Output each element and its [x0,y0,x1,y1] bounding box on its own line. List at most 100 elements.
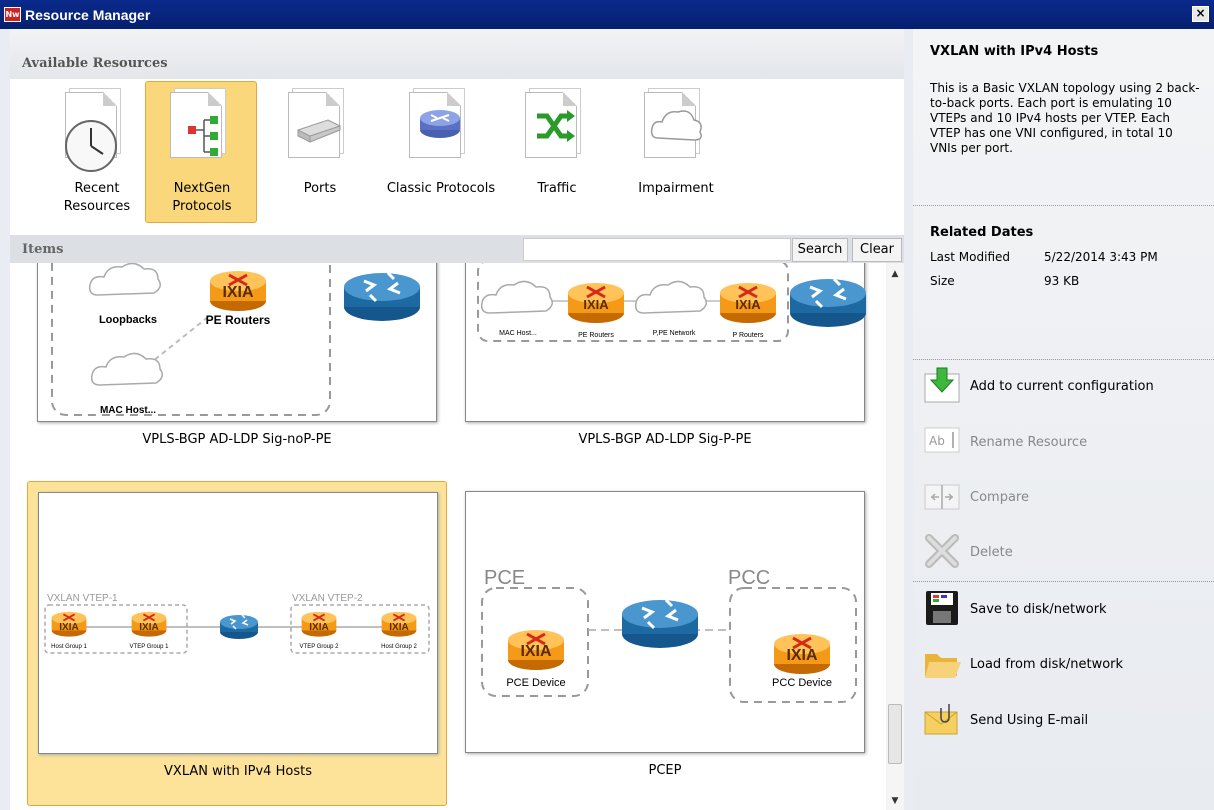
ixia-logo-text: IXIA [222,284,254,301]
node-label: PE Routers [578,332,614,339]
items-header: Items Search Clear [10,235,904,263]
topology-diagram: VXLAN VTEP-1 VXLAN VTEP-2 IXIA IXIA IXIA… [44,593,430,654]
node-label: Host Group 2 [381,644,417,650]
card-thumbnail: VXLAN VTEP-1 VXLAN VTEP-2 IXIA IXIA IXIA… [38,492,438,754]
category-recent-resources[interactable]: Recent Resources [40,81,152,223]
category-label: NextGen Protocols [172,181,232,214]
group-label: PCE [484,567,525,589]
resource-card-vxlan[interactable]: VXLAN VTEP-1 VXLAN VTEP-2 IXIA IXIA IXIA… [27,481,447,806]
action-label: Add to current configuration [970,379,1154,394]
scroll-thumb[interactable] [888,704,902,764]
close-button[interactable]: × [1192,6,1209,22]
scroll-down-arrow-icon[interactable]: ▼ [886,796,904,806]
node-label: Loopbacks [99,314,157,326]
ixia-logo-text: IXIA [139,622,158,633]
search-input[interactable] [523,238,791,261]
group-label: PCC [728,567,770,589]
category-label: Ports [303,181,337,196]
category-nextgen-protocols[interactable]: NextGen Protocols [145,81,257,223]
topology-diagram: IXIA Loopbacks PE Routers MAC Host... [51,263,422,416]
details-description: This is a Basic VXLAN topology using 2 b… [930,81,1200,155]
window-title: Resource Manager [25,6,151,23]
divider [913,205,1214,206]
delete-button[interactable]: Delete [923,532,1203,572]
ixia-logo-text: IXIA [389,622,408,633]
node-label: P Routers [733,332,764,339]
details-title: VXLAN with IPv4 Hosts [930,44,1099,59]
size-row: Size 93 KB [930,274,1079,288]
category-label: Recent Resources [63,181,131,214]
items-scrollbar[interactable]: ▲ ▼ [886,263,904,810]
compare-button[interactable]: Compare [923,477,1203,517]
action-label: Compare [970,490,1029,505]
card-label: VXLAN with IPv4 Hosts [164,764,312,779]
category-impairment[interactable]: Impairment [619,81,731,223]
available-resources-header: Available Resources [10,29,904,79]
group-label: VXLAN VTEP-2 [292,593,363,604]
add-download-icon [924,367,960,403]
scroll-up-arrow-icon[interactable]: ▲ [886,269,904,279]
card-thumbnail: IXIA IXIA MAC Host... PE Routers P,PE Ne… [465,263,868,422]
clock-icon [65,120,117,172]
action-label: Rename Resource [970,435,1088,450]
search-button[interactable]: Search [792,238,848,262]
rename-icon: Ab [924,427,960,453]
ixia-logo-text: IXIA [309,622,328,633]
ixia-logo-text: IXIA [786,647,818,664]
node-label: Host Group 1 [51,644,87,650]
resource-category-strip: Recent Resources NextGen Protocols Ports [10,79,904,234]
items-grid: IXIA Loopbacks PE Routers MAC Host... VP… [10,263,882,810]
group-label: VXLAN VTEP-1 [47,593,118,604]
resource-card-pcep[interactable]: PCE PCC IXIA IXIA PCE Device PCC Device … [455,481,875,806]
card-thumbnail: PCE PCC IXIA IXIA PCE Device PCC Device [465,491,865,753]
node-label: PE Routers [206,313,271,327]
load-from-disk-button[interactable]: Load from disk/network [923,644,1203,684]
svg-text:Ab: Ab [929,434,945,448]
left-pane: Available Resources Recent Resources Nex… [10,29,904,810]
add-to-configuration-button[interactable]: Add to current configuration [923,366,1203,406]
category-label: Traffic [537,181,577,196]
floppy-disk-icon [926,591,958,625]
protocol-tree-icon [188,116,218,156]
category-ports[interactable]: Ports [263,81,375,223]
size-label: Size [930,274,955,288]
ixia-logo-text: IXIA [735,297,761,312]
divider [913,581,1214,582]
traffic-arrows-icon [537,110,575,142]
action-label: Load from disk/network [970,657,1124,672]
action-label: Save to disk/network [970,602,1107,617]
size-value: 93 KB [1044,274,1080,288]
category-traffic[interactable]: Traffic [500,81,612,223]
ixia-logo-text: IXIA [520,643,552,660]
node-label: VTEP Group 2 [300,644,340,650]
node-label: PCE Device [506,677,565,689]
compare-icon [924,484,960,510]
last-modified-row: Last Modified 5/22/2014 3:43 PM [930,250,1158,264]
card-thumbnail: IXIA Loopbacks PE Routers MAC Host... [37,263,437,422]
save-to-disk-button[interactable]: Save to disk/network [923,589,1203,629]
action-label: Delete [970,545,1013,560]
category-classic-protocols[interactable]: Classic Protocols [384,81,496,223]
last-modified-label: Last Modified [930,250,1011,264]
rename-resource-button[interactable]: Ab Rename Resource [923,422,1203,462]
card-label: VPLS-BGP AD-LDP Sig-noP-PE [142,432,332,447]
card-label: PCEP [648,763,682,778]
node-label: MAC Host... [100,405,156,416]
resource-card-vpls-nop-pe[interactable]: IXIA Loopbacks PE Routers MAC Host... VP… [27,263,447,475]
related-dates-title: Related Dates [930,225,1034,240]
title-bar: Nw Resource Manager × [0,0,1214,29]
ixia-logo-text: IXIA [583,297,609,312]
cloud-icon [650,110,702,141]
clear-button[interactable]: Clear [852,238,902,262]
category-label: Classic Protocols [386,181,496,196]
chassis-icon [296,119,342,143]
items-label: Items [22,242,64,257]
action-label: Send Using E-mail [970,713,1089,728]
last-modified-value: 5/22/2014 3:43 PM [1044,250,1158,264]
folder-open-icon [925,654,961,678]
router-icon [420,110,460,138]
send-email-button[interactable]: Send Using E-mail [923,700,1203,740]
app-icon: Nw [4,7,21,22]
node-label: P,PE Network [653,330,696,337]
resource-card-vpls-p-pe[interactable]: IXIA IXIA MAC Host... PE Routers P,PE Ne… [455,263,875,475]
